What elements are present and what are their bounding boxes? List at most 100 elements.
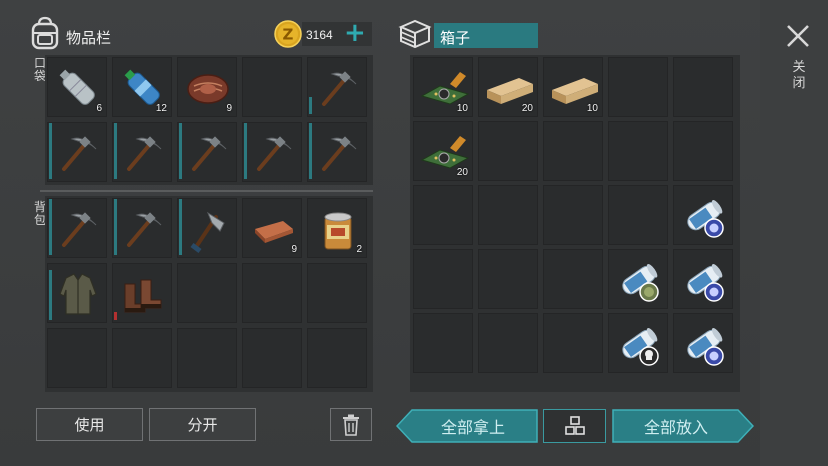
- durability-bar: [49, 123, 52, 179]
- blueprint-green-icon: [622, 264, 659, 302]
- z-coin-icon: Z: [274, 20, 302, 48]
- empty-slot[interactable]: [543, 249, 603, 309]
- blueprint-skull-icon: [622, 328, 659, 366]
- empty-slot[interactable]: [478, 249, 538, 309]
- item-slot-pickaxe[interactable]: [112, 198, 172, 258]
- empty-slot[interactable]: [242, 57, 302, 117]
- durability-bar: [49, 199, 52, 255]
- backpack-icon: [31, 16, 59, 50]
- empty-slot[interactable]: [413, 249, 473, 309]
- item-slot-wood-plank[interactable]: 10: [543, 57, 603, 117]
- empty-slot[interactable]: [242, 328, 302, 388]
- empty-slot[interactable]: [608, 185, 668, 245]
- item-slot-circuit-board[interactable]: 20: [413, 121, 473, 181]
- pickaxe-icon: [257, 136, 292, 171]
- durability-bar: [179, 199, 182, 255]
- item-slot-circuit-board[interactable]: 10: [413, 57, 473, 117]
- blueprint-blue-icon: [687, 264, 724, 302]
- grid-sort-icon: [564, 416, 585, 435]
- leather-jacket-icon: [59, 273, 97, 315]
- crate-icon: [398, 19, 432, 49]
- leather-boots-icon: [124, 279, 162, 313]
- svg-text:Z: Z: [283, 26, 294, 44]
- item-slot-wood-plank[interactable]: 20: [478, 57, 538, 117]
- pickaxe-icon: [192, 136, 227, 171]
- split-button[interactable]: 分开: [149, 408, 256, 441]
- pickaxe-icon: [127, 212, 162, 247]
- item-slot-copper-ingot[interactable]: 9: [242, 198, 302, 258]
- empty-slot[interactable]: [673, 121, 733, 181]
- item-slot-blueprint-blue[interactable]: [673, 185, 733, 245]
- empty-slot[interactable]: [413, 313, 473, 373]
- take-all-button[interactable]: 全部拿上: [410, 409, 536, 443]
- item-quantity: 10: [456, 103, 468, 114]
- durability-bar: [114, 199, 117, 255]
- item-slot-plastic-bottle[interactable]: 6: [47, 57, 107, 117]
- item-slot-leather-jacket[interactable]: [47, 263, 107, 323]
- trash-button[interactable]: [330, 408, 372, 441]
- section-divider: [40, 190, 373, 192]
- item-slot-pickaxe[interactable]: [177, 122, 237, 182]
- trash-icon: [343, 414, 359, 436]
- sort-button[interactable]: [543, 409, 606, 443]
- item-slot-pickaxe[interactable]: [47, 198, 107, 258]
- empty-slot[interactable]: [543, 313, 603, 373]
- inventory-title: 物品栏: [66, 29, 112, 47]
- empty-slot[interactable]: [478, 313, 538, 373]
- durability-bar: [49, 270, 52, 320]
- durability-bar: [179, 123, 182, 179]
- item-slot-pickaxe[interactable]: [307, 122, 367, 182]
- item-slot-blueprint-blue[interactable]: [673, 313, 733, 373]
- durability-bar: [114, 312, 117, 320]
- pickaxe-icon: [62, 136, 97, 171]
- pickaxe-icon: [127, 136, 162, 171]
- put-all-button[interactable]: 全部放入: [612, 409, 740, 443]
- use-button[interactable]: 使用: [36, 408, 143, 441]
- empty-slot[interactable]: [543, 185, 603, 245]
- pickaxe-icon: [322, 71, 357, 106]
- empty-slot[interactable]: [307, 263, 367, 323]
- hatchet-icon: [190, 211, 225, 253]
- item-slot-blueprint-skull[interactable]: [608, 313, 668, 373]
- empty-slot[interactable]: [177, 328, 237, 388]
- item-slot-blueprint-blue[interactable]: [673, 249, 733, 309]
- empty-slot[interactable]: [543, 121, 603, 181]
- item-slot-water-bottle[interactable]: 12: [112, 57, 172, 117]
- empty-slot[interactable]: [177, 263, 237, 323]
- add-currency-button[interactable]: +: [344, 20, 366, 46]
- item-slot-pickaxe[interactable]: [47, 122, 107, 182]
- item-quantity: 9: [226, 103, 232, 114]
- empty-slot[interactable]: [413, 185, 473, 245]
- empty-slot[interactable]: [478, 121, 538, 181]
- close-button[interactable]: 关闭: [780, 20, 816, 110]
- item-slot-canned-food[interactable]: 2: [307, 198, 367, 258]
- empty-slot[interactable]: [478, 185, 538, 245]
- item-quantity: 12: [155, 103, 167, 114]
- durability-bar: [309, 97, 312, 114]
- item-quantity: 2: [356, 244, 362, 255]
- empty-slot[interactable]: [307, 328, 367, 388]
- close-label: 关闭: [792, 60, 806, 91]
- item-quantity: 10: [586, 103, 598, 114]
- item-quantity: 9: [291, 244, 297, 255]
- item-slot-leather-boots[interactable]: [112, 263, 172, 323]
- durability-bar: [114, 123, 117, 179]
- item-slot-blueprint-green[interactable]: [608, 249, 668, 309]
- item-slot-pickaxe[interactable]: [112, 122, 172, 182]
- box-title: 箱子: [440, 29, 471, 47]
- empty-slot[interactable]: [608, 57, 668, 117]
- item-slot-pickaxe[interactable]: [307, 57, 367, 117]
- pickaxe-icon: [62, 212, 97, 247]
- item-quantity: 6: [96, 103, 102, 114]
- item-slot-pickaxe[interactable]: [242, 122, 302, 182]
- close-icon: [787, 25, 809, 47]
- empty-slot[interactable]: [673, 57, 733, 117]
- empty-slot[interactable]: [608, 121, 668, 181]
- item-slot-cooked-meat[interactable]: 9: [177, 57, 237, 117]
- empty-slot[interactable]: [47, 328, 107, 388]
- item-slot-hatchet[interactable]: [177, 198, 237, 258]
- empty-slot[interactable]: [242, 263, 302, 323]
- blueprint-blue-icon: [687, 328, 724, 366]
- durability-bar: [309, 123, 312, 179]
- empty-slot[interactable]: [112, 328, 172, 388]
